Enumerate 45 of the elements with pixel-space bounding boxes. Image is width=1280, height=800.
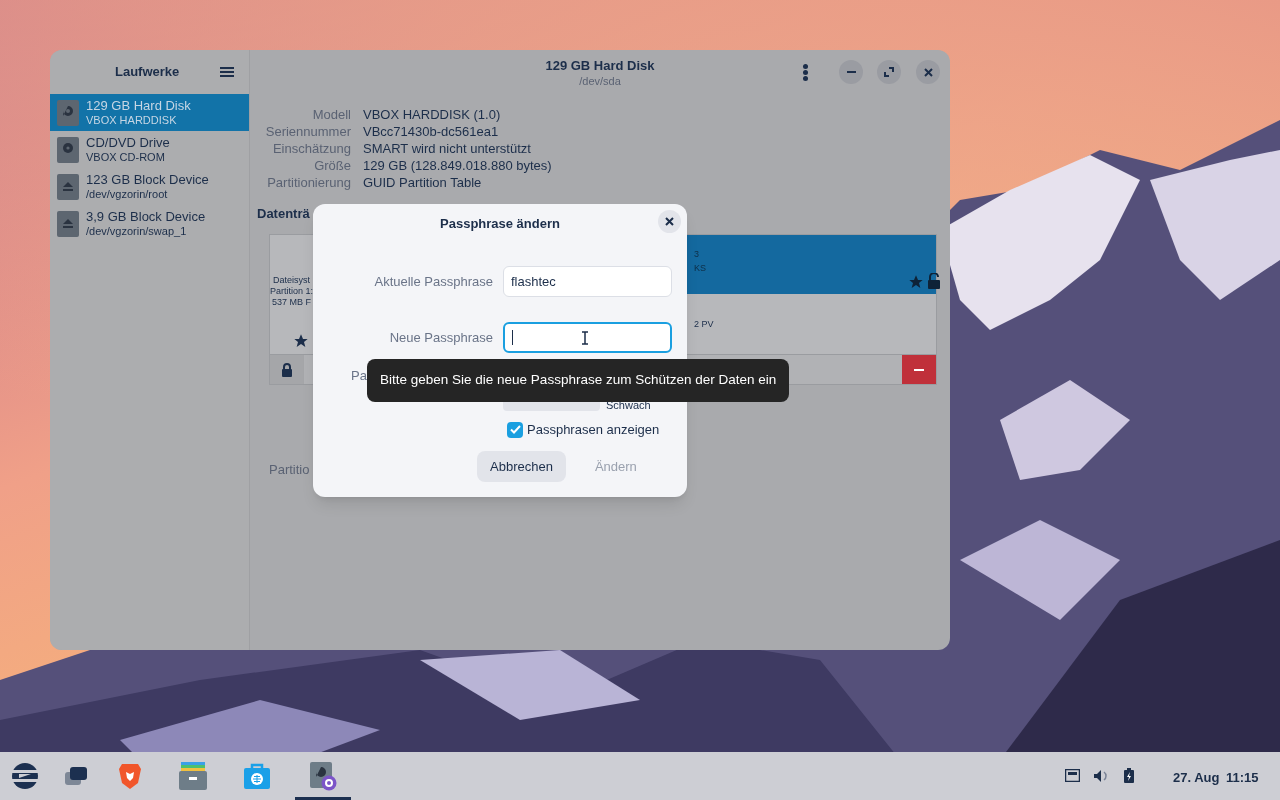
- drive-name: 123 GB Block Device: [86, 172, 209, 187]
- drive-name: 129 GB Hard Disk: [86, 98, 191, 113]
- partition-label: 3: [694, 248, 699, 261]
- field-label: Neue Passphrase: [389, 329, 493, 347]
- property-value: VBOX HARDDISK (1.0): [363, 106, 502, 123]
- property-value: 129 GB (128.849.018.880 bytes): [363, 157, 553, 174]
- clock[interactable]: 11:15: [1226, 768, 1259, 788]
- partition-label: Partition 1:: [270, 286, 314, 297]
- checkbox-label[interactable]: Passphrasen anzeigen: [527, 420, 660, 440]
- sidebar-title: Laufwerke: [115, 63, 180, 82]
- partition-label: 2 PV: [694, 318, 714, 331]
- drive-item[interactable]: CD/DVD Drive VBOX CD-ROM: [50, 131, 249, 168]
- drive-name: 3,9 GB Block Device: [86, 209, 206, 224]
- window-title: 129 GB Hard Disk: [545, 57, 655, 74]
- window-subtitle: /dev/sda: [579, 73, 621, 88]
- partition-label: KS: [694, 262, 706, 275]
- drive-item[interactable]: 3,9 GB Block Device /dev/vgzorin/swap_1: [50, 205, 249, 242]
- property-label: Größe: [313, 157, 351, 174]
- section-heading: Datenträ: [257, 205, 310, 222]
- password-field[interactable]: flashtec: [503, 266, 672, 297]
- drive-detail: /dev/vgzorin/root: [86, 187, 169, 201]
- field-label: Pa: [351, 367, 367, 385]
- section-label: Partitio: [269, 461, 310, 479]
- date-label[interactable]: 27. Aug: [1173, 768, 1220, 788]
- dialog-button[interactable]: Abbrechen: [477, 451, 566, 482]
- drive-detail: VBOX CD-ROM: [86, 150, 166, 164]
- drive-detail: /dev/vgzorin/swap_1: [86, 224, 188, 238]
- drive-name: CD/DVD Drive: [86, 135, 170, 150]
- field-label: Aktuelle Passphrase: [374, 273, 493, 291]
- partition-label: Dateisyst: [273, 275, 310, 286]
- drive-item[interactable]: 129 GB Hard Disk VBOX HARDDISK: [50, 94, 249, 131]
- partition-segment[interactable]: Dateisyst Partition 1: 537 MB F: [270, 235, 314, 354]
- property-value: SMART wird nicht unterstützt: [363, 140, 532, 157]
- drive-item[interactable]: 123 GB Block Device /dev/vgzorin/root: [50, 168, 249, 205]
- property-value: VBcc71430b-dc561ea1: [363, 123, 500, 140]
- property-label: Seriennummer: [264, 123, 351, 140]
- property-label: Einschätzung: [271, 140, 351, 157]
- property-label: Modell: [311, 106, 351, 123]
- strength-label: Schwach: [606, 399, 651, 411]
- partition-label: 537 MB F: [272, 297, 311, 308]
- property-label: Partitionierung: [266, 174, 351, 191]
- dialog-title: Passphrase ändern: [439, 215, 561, 233]
- tooltip: Bitte geben Sie die neue Passphrase zum Schützen der Daten ein: [367, 359, 790, 402]
- property-value: GUID Partition Table: [363, 174, 483, 191]
- drive-detail: VBOX HARDDISK: [86, 113, 178, 127]
